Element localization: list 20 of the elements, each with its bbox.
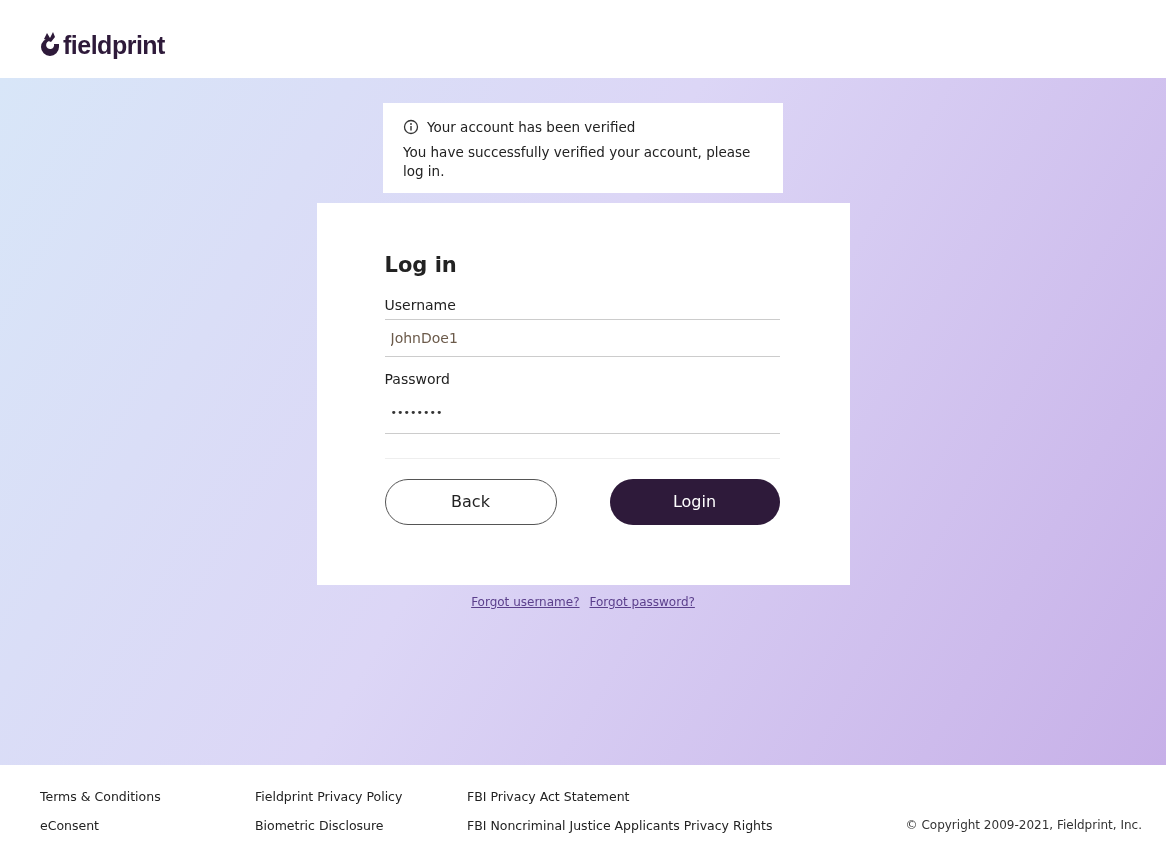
- login-heading: Log in: [384, 252, 458, 277]
- footer-link[interactable]: Terms & Conditions: [40, 789, 255, 804]
- username-field[interactable]: JohnDoe1: [384, 318, 780, 357]
- field-label: Username: [384, 296, 457, 313]
- footer-link[interactable]: eConsent: [40, 818, 255, 833]
- footer-link[interactable]: FBI Privacy Act Statement: [467, 789, 887, 804]
- info-icon: [403, 119, 419, 135]
- link[interactable]: Forgot username?: [471, 594, 580, 609]
- back-button[interactable]: Back: [384, 478, 557, 525]
- footer-link[interactable]: FBI Noncriminal Justice Applicants Privacy Rights: [467, 818, 887, 833]
- field-label: Password: [384, 370, 451, 387]
- notice-message: You have successfully verified your account, please log in.: [403, 143, 752, 181]
- login-button[interactable]: Login: [609, 478, 780, 525]
- footer-link[interactable]: Fieldprint Privacy Policy: [255, 789, 467, 804]
- link[interactable]: Forgot password?: [589, 594, 695, 609]
- footer-link[interactable]: Biometric Disclosure: [255, 818, 467, 833]
- logo-icon: [38, 32, 62, 58]
- notice-title: Your account has been verified: [427, 119, 636, 135]
- copyright-text: © Copyright 2009-2021, Fieldprint, Inc.: [905, 818, 1142, 832]
- logo-text[interactable]: fieldprint: [63, 30, 165, 60]
